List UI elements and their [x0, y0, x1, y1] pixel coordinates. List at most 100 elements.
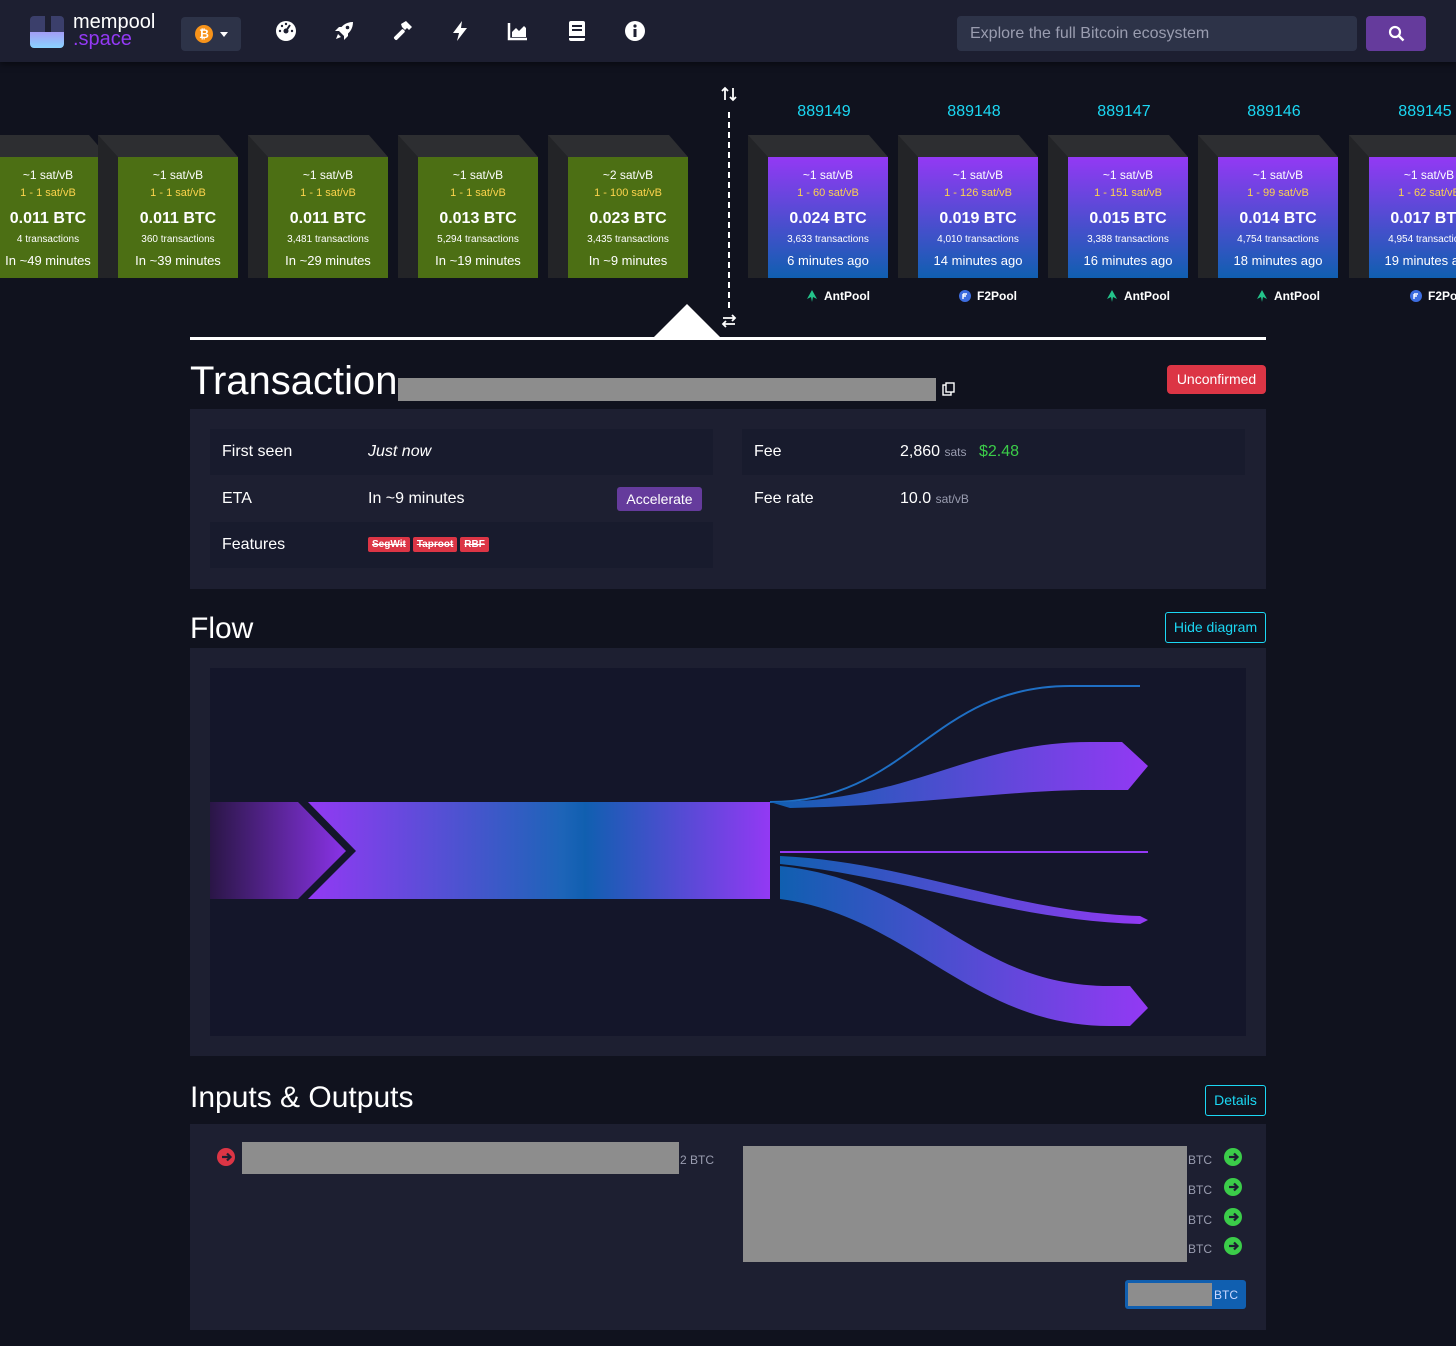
block-median-fee: ~1 sat/vB — [802, 168, 854, 182]
logo-mark-icon — [30, 16, 64, 48]
pool-name: F2Pool — [1427, 289, 1456, 303]
pending-block[interactable]: ~1 sat/vB 1 - 1 sat/vB 0.013 BTC 5,294 tran… — [398, 135, 538, 278]
feature-segwit-badge[interactable]: SegWit — [368, 537, 410, 553]
search-input[interactable] — [957, 16, 1357, 51]
pool-name: AntPool — [1274, 289, 1320, 303]
block-total-fees: 0.015 BTC — [1089, 210, 1167, 227]
eta-label: ETA — [222, 490, 252, 507]
flow-output-path-3[interactable] — [780, 851, 1148, 853]
pending-block[interactable]: ~1 sat/vB 1 - 1 sat/vB 0.011 BTC 3,481 tran… — [248, 135, 388, 278]
input-address-redacted — [242, 1142, 679, 1174]
block-height-link[interactable]: 889147 — [1054, 103, 1194, 121]
block-height-link[interactable]: 889149 — [754, 103, 894, 121]
block-side — [248, 135, 268, 278]
output-arrow-icon[interactable] — [1224, 1148, 1242, 1166]
input-amount-partial: 2 — [680, 1153, 687, 1167]
block-pool[interactable]: AntPool — [1068, 289, 1208, 303]
block-fee-range: 1 - 151 sat/vB — [1094, 187, 1162, 199]
fee-rate-value: 10.0 sat/vB — [900, 476, 969, 522]
fee-rate-label: Fee rate — [754, 490, 814, 507]
block-side — [898, 135, 918, 278]
output-arrow-icon[interactable] — [1224, 1208, 1242, 1226]
feature-taproot-badge[interactable]: Taproot — [412, 537, 458, 553]
antpool-icon — [1107, 290, 1117, 302]
block-total-fees: 0.011 BTC — [289, 210, 367, 227]
block-time: In ~9 minutes — [588, 253, 668, 268]
pool-name: AntPool — [824, 289, 870, 303]
mined-block[interactable]: ~1 sat/vB 1 - 60 sat/vB 0.024 BTC 3,633 tra… — [748, 135, 888, 278]
block-height-link[interactable]: 889145 — [1355, 103, 1456, 121]
block-height-link[interactable]: 889148 — [904, 103, 1044, 121]
search-button[interactable] — [1366, 16, 1426, 51]
section-divider-line — [190, 337, 1266, 340]
antpool-icon — [1257, 290, 1267, 302]
block-median-fee: ~1 sat/vB — [302, 168, 354, 182]
first-seen-value: Just now — [368, 443, 432, 460]
output-amount-unit: BTC — [1188, 1153, 1212, 1167]
block-top — [898, 135, 1038, 157]
output-arrow-icon[interactable] — [1224, 1237, 1242, 1255]
f2pool-icon — [1409, 290, 1422, 302]
features-label: Features — [222, 536, 286, 553]
swap-horizontal-icon[interactable] — [721, 313, 737, 329]
chart-icon[interactable] — [507, 20, 529, 42]
block-fee-range: 1 - 126 sat/vB — [944, 187, 1012, 199]
block-height-link[interactable]: 889146 — [1204, 103, 1344, 121]
block-pool[interactable]: F2Pool — [918, 289, 1058, 303]
pending-block[interactable]: ~1 sat/vB 1 - 1 sat/vB 0.011 BTC 4 transact… — [0, 135, 108, 278]
copy-icon[interactable] — [942, 382, 955, 396]
block-side — [98, 135, 118, 278]
feature-rbf-badge[interactable]: RBF — [460, 537, 489, 553]
output-arrow-icon[interactable] — [1224, 1178, 1242, 1196]
mined-block[interactable]: ~1 sat/vB 1 - 151 sat/vB 0.015 BTC 3,388 tr… — [1048, 135, 1188, 278]
hammer-icon[interactable] — [391, 20, 413, 42]
eta-value: In ~9 minutes — [368, 490, 465, 507]
rocket-icon[interactable] — [333, 20, 355, 42]
block-face: ~1 sat/vB 1 - 1 sat/vB 0.011 BTC 3,481 tran… — [268, 157, 388, 278]
accelerate-button[interactable]: Accelerate — [617, 487, 702, 511]
block-pool[interactable]: AntPool — [1218, 289, 1358, 303]
flow-title: Flow — [190, 612, 254, 645]
block-face: ~1 sat/vB 1 - 60 sat/vB 0.024 BTC 3,633 tra… — [768, 157, 888, 278]
page-title: Transaction — [190, 359, 398, 403]
docs-icon[interactable] — [566, 20, 588, 42]
features-row: Features SegWit Taproot RBF — [210, 522, 713, 568]
mined-block[interactable]: ~1 sat/vB 1 - 126 sat/vB 0.019 BTC 4,010 tr… — [898, 135, 1038, 278]
output-amount-unit: BTC — [1188, 1242, 1212, 1256]
block-fee-range: 1 - 1 sat/vB — [300, 187, 356, 199]
info-icon[interactable] — [624, 20, 646, 42]
block-total-fees: 0.017 BTC — [1390, 210, 1456, 227]
block-tx-count: 3,435 transactions — [587, 234, 669, 245]
block-face: ~1 sat/vB 1 - 126 sat/vB 0.019 BTC 4,010 tr… — [918, 157, 1038, 278]
fee-fiat: $2.48 — [978, 443, 1020, 460]
mined-block[interactable]: ~1 sat/vB 1 - 99 sat/vB 0.014 BTC 4,754 tra… — [1198, 135, 1338, 278]
block-fee-range: 1 - 1 sat/vB — [20, 187, 76, 199]
block-median-fee: ~2 sat/vB — [602, 168, 654, 182]
mined-block[interactable]: ~1 sat/vB 1 - 62 sat/vB 0.017 BTC 4,954 tra… — [1349, 135, 1456, 278]
block-side — [1048, 135, 1068, 278]
pending-block[interactable]: ~2 sat/vB 1 - 100 sat/vB 0.023 BTC 3,435 tr… — [548, 135, 688, 278]
input-amount: 2 BTC — [680, 1153, 714, 1167]
details-button[interactable]: Details — [1205, 1085, 1266, 1116]
hide-diagram-button[interactable]: Hide diagram — [1165, 612, 1266, 643]
input-arrow-icon[interactable] — [217, 1148, 235, 1166]
block-side — [398, 135, 418, 278]
network-selector[interactable]: ₿ — [181, 17, 241, 51]
lightning-icon[interactable] — [449, 20, 471, 42]
mempool-logo[interactable]: mempool .space — [30, 12, 170, 50]
block-total-fees: 0.014 BTC — [1239, 210, 1317, 227]
block-total-fees: 0.013 BTC — [439, 210, 517, 227]
block-tx-count: 4,954 transactions — [1388, 234, 1456, 245]
pool-name: F2Pool — [976, 289, 1017, 303]
swap-vertical-icon[interactable] — [721, 86, 737, 102]
block-fee-range: 1 - 62 sat/vB — [1398, 187, 1456, 199]
block-side — [1349, 135, 1369, 278]
first-seen-row: First seen Just now — [210, 429, 713, 475]
pending-block[interactable]: ~1 sat/vB 1 - 1 sat/vB 0.011 BTC 360 transa… — [98, 135, 238, 278]
antpool-icon — [807, 290, 817, 302]
block-fee-range: 1 - 1 sat/vB — [450, 187, 506, 199]
dashboard-icon[interactable] — [275, 20, 297, 42]
block-pool[interactable]: AntPool — [768, 289, 908, 303]
block-pool[interactable]: F2Pool — [1369, 289, 1456, 303]
chevron-down-icon — [220, 32, 228, 37]
